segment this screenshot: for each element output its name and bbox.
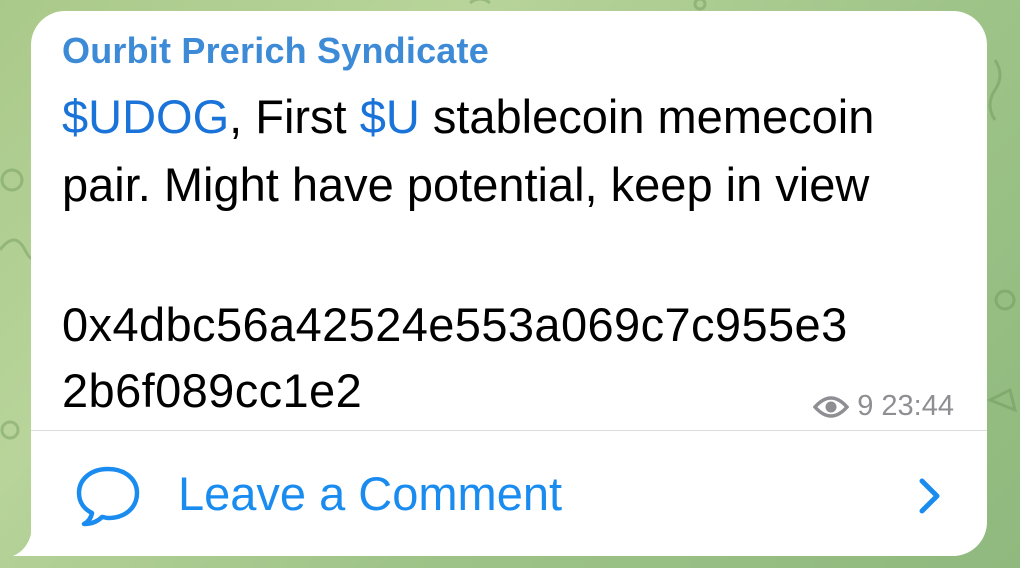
message-line-1: $UDOG, First $U stablecoin memecoin xyxy=(62,93,874,140)
speech-bubble-icon xyxy=(76,466,140,527)
cashtag-u[interactable]: $U xyxy=(360,90,420,143)
contract-address-line-1: 0x4dbc56a42524e553a069c7c955e3 xyxy=(62,298,848,351)
eye-icon xyxy=(813,395,850,418)
contract-address-line-2: 2b6f089cc1e2 xyxy=(62,364,363,417)
message-time: 23:44 xyxy=(881,390,954,422)
sender-name[interactable]: Ourbit Prerich Syndicate xyxy=(62,30,489,72)
message-line-2: pair. Might have potential, keep in view xyxy=(62,158,870,211)
leave-comment-button[interactable]: Leave a Comment xyxy=(31,431,987,551)
chevron-right-icon xyxy=(919,478,940,514)
view-count: 9 xyxy=(857,390,874,422)
message-text: stablecoin memecoin xyxy=(419,90,875,143)
message-text: , First xyxy=(229,90,360,143)
leave-comment-label: Leave a Comment xyxy=(178,467,563,520)
message-meta: 9 23:44 xyxy=(813,390,954,423)
cashtag-udog[interactable]: $UDOG xyxy=(62,90,229,143)
